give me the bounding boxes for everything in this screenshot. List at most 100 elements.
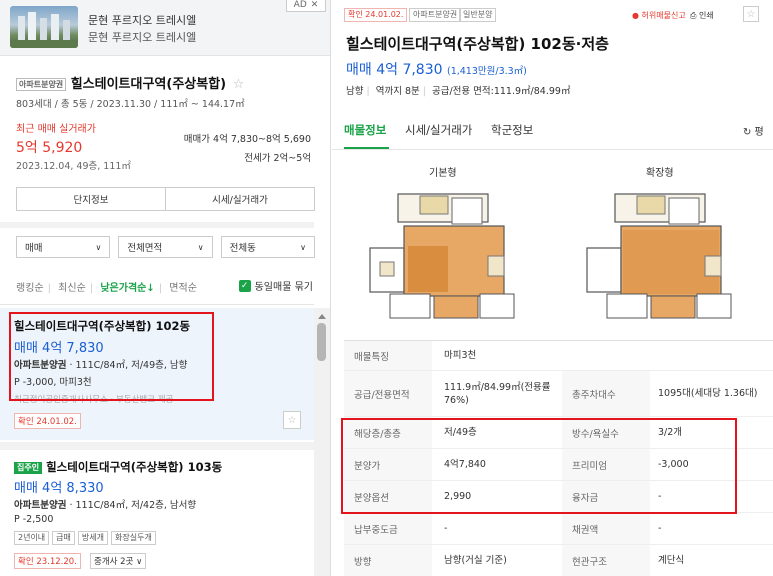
sale-tag: 일반분양: [459, 8, 497, 22]
listing-tag: 방세개: [77, 531, 108, 545]
area-value: 전체면적: [127, 243, 163, 254]
building-select[interactable]: 전체동 ∨: [220, 236, 315, 258]
confirm-tag: 확인 24.01.02.: [344, 8, 408, 22]
divider: [0, 442, 314, 450]
favorite-star-icon[interactable]: ☆: [743, 6, 759, 22]
detail-panel: 확인 24.01.02. 아파트분양권 일반분양 ● 허위매물신고 ⎙ 인쇄 ☆…: [332, 0, 773, 576]
type-tag: 아파트분양권: [409, 8, 462, 22]
star-icon[interactable]: ☆: [233, 77, 245, 92]
tab-listing-info[interactable]: 매물정보: [344, 122, 386, 138]
detail-price: 매매 4억 7,830 (1,413만원/3.3㎡): [346, 59, 527, 79]
info-key: 총주차대수: [562, 371, 650, 416]
info-row: 공급/전용면적 111.9㎡/84.99㎡(전용률76%) 총주차대수 1095…: [344, 371, 773, 417]
divider: [0, 304, 314, 305]
chevron-down-icon: ∨: [95, 242, 102, 252]
floorplan-basic-label: 기본형: [429, 168, 457, 179]
ad-label: AD ✕: [286, 0, 326, 12]
tab-school[interactable]: 학군정보: [491, 122, 533, 138]
listing-spec-detail: · 111C/84㎡, 저/42층, 남서향: [66, 500, 197, 511]
sort-bar: 랭킹순 | 최신순 | 낮은가격순↓ | 면적순 ✓ 동일매물 묶기: [16, 279, 315, 294]
listing-tag: 2년이내: [14, 531, 50, 545]
complex-meta: 803세대 / 총 5동 / 2023.11.30 / 111㎡ ~ 144.1…: [16, 99, 245, 110]
info-value: 마피3천: [444, 350, 477, 361]
jeonse-price-range: 전세가 2억~5억: [244, 153, 311, 164]
complex-name-text: 힐스테이트대구역(주상복합): [70, 77, 227, 92]
info-key: 매물특징: [344, 341, 432, 370]
info-key: 현관구조: [562, 545, 650, 576]
listing-spec-type: 아파트분양권: [14, 500, 67, 511]
detail-price-per-area: (1,413만원/3.3㎡): [446, 66, 527, 77]
recent-trade-label: 최근 매매 실거래가: [16, 124, 96, 135]
info-value: 111.9㎡/84.99㎡(전용률76%): [444, 381, 551, 406]
chevron-down-icon: ∨: [300, 242, 306, 252]
floorplan-ext-image[interactable]: [577, 186, 737, 326]
detail-area: 공급/전용 면적:111.9㎡/84.99㎡: [431, 86, 571, 97]
owner-badge: 집주인: [14, 461, 43, 474]
info-key: 공급/전용면적: [344, 371, 432, 416]
listing-tag: 급매: [52, 531, 75, 545]
highlight-box: [341, 418, 737, 514]
complex-name: 아파트분양권 힐스테이트대구역(주상복합) ☆: [16, 73, 244, 92]
ad-subtitle: 문현 푸르지오 트레시엘: [88, 31, 197, 44]
print-button[interactable]: ⎙ 인쇄: [690, 10, 714, 21]
complex-buttons: 단지정보 시세/실거래가: [16, 187, 315, 211]
sort-ranking[interactable]: 랭킹순: [16, 283, 44, 294]
trade-type-select[interactable]: 매매 ∨: [16, 236, 111, 258]
info-row: 매물특징 마피3천: [344, 341, 773, 371]
sort-low-price[interactable]: 낮은가격순↓: [100, 283, 154, 294]
complex-info-button[interactable]: 단지정보: [16, 187, 166, 211]
favorite-star-icon[interactable]: ☆: [283, 411, 301, 429]
listing-premium: P -2,500: [14, 514, 54, 525]
info-row: 방향 남향(거실 기준) 현관구조 계단식: [344, 545, 773, 576]
highlight-box: [9, 312, 214, 401]
listing-confirm-date: 확인 24.01.02.: [14, 413, 81, 429]
trade-type-value: 매매: [25, 243, 43, 254]
real-price-button[interactable]: 시세/실거래가: [166, 187, 315, 211]
info-key: 방향: [344, 545, 432, 576]
active-tab-indicator: [344, 147, 389, 149]
info-key: 채권액: [562, 513, 650, 544]
listing-tag: 화장실두개: [111, 531, 156, 545]
report-button[interactable]: ● 허위매물신고: [632, 10, 686, 21]
ad-banner[interactable]: 문현 푸르지오 트레시엘 문현 푸르지오 트레시엘 AD ✕: [0, 0, 330, 56]
listing-price: 매매 4억 8,330: [14, 481, 104, 496]
checkbox-checked-icon: ✓: [238, 279, 251, 292]
group-same-checkbox[interactable]: ✓ 동일매물 묶기: [238, 278, 313, 293]
filter-bar: 매매 ∨ 전체면적 ∨ 전체동 ∨: [16, 236, 315, 258]
listing-tags: 2년이내 급매 방세개 화장실두개: [14, 531, 159, 545]
info-key: 납부중도금: [344, 513, 432, 544]
agents-dropdown[interactable]: 중개사 2곳 ∨: [90, 553, 147, 569]
info-value: -: [444, 523, 448, 534]
detail-title: 힐스테이트대구역(주상복합) 102동·저층: [346, 35, 609, 53]
info-value: 1095대(세대당 1.36대): [658, 388, 758, 399]
left-panel: 문현 푸르지오 트레시엘 문현 푸르지오 트레시엘 AD ✕ 아파트분양권 힐스…: [0, 0, 331, 576]
info-value: 계단식: [658, 555, 685, 566]
detail-price-main: 매매 4억 7,830: [346, 62, 443, 78]
recent-trade-date: 2023.12.04, 49층, 111㎡: [16, 161, 131, 172]
listing-confirm-date: 확인 23.12.20.: [14, 553, 81, 569]
detail-meta: 남향 | 역까지 8분 | 공급/전용 면적:111.9㎡/84.99㎡: [346, 86, 571, 97]
floorplan-basic-image[interactable]: [360, 186, 520, 326]
ad-thumbnail: [10, 6, 78, 48]
detail-tabs: 매물정보 시세/실거래가 학군정보 ↻ 평: [332, 110, 773, 150]
page-root: 문현 푸르지오 트레시엘 문현 푸르지오 트레시엘 AD ✕ 아파트분양권 힐스…: [0, 0, 773, 576]
listing-spec: 아파트분양권 · 111C/84㎡, 저/42층, 남서향: [14, 497, 196, 511]
ad-close-icon[interactable]: ✕: [311, 0, 319, 10]
sort-area[interactable]: 면적순: [169, 283, 197, 294]
unit-toggle[interactable]: ↻ 평: [743, 123, 764, 138]
scroll-up-icon[interactable]: [318, 314, 326, 319]
group-same-label: 동일매물 묶기: [254, 282, 313, 293]
ad-tag: AD: [293, 0, 307, 10]
complex-type-badge: 아파트분양권: [16, 78, 67, 91]
floorplan-ext-label: 확장형: [646, 168, 674, 179]
ad-title[interactable]: 문현 푸르지오 트레시엘: [88, 12, 196, 28]
list-scrollbar[interactable]: [314, 308, 330, 576]
detail-station: 역까지 8분: [375, 86, 420, 97]
tab-price[interactable]: 시세/실거래가: [405, 122, 472, 138]
sort-latest[interactable]: 최신순: [58, 283, 86, 294]
listing-item-2[interactable]: 집주인 힐스테이트대구역(주상복합) 103동 매매 4억 8,330 아파트분양…: [0, 450, 314, 576]
scroll-thumb[interactable]: [317, 323, 326, 361]
area-select[interactable]: 전체면적 ∨: [118, 236, 213, 258]
complex-summary: 아파트분양권 힐스테이트대구역(주상복합) ☆ 803세대 / 총 5동 / 2…: [0, 57, 330, 222]
info-value: -: [658, 523, 662, 534]
